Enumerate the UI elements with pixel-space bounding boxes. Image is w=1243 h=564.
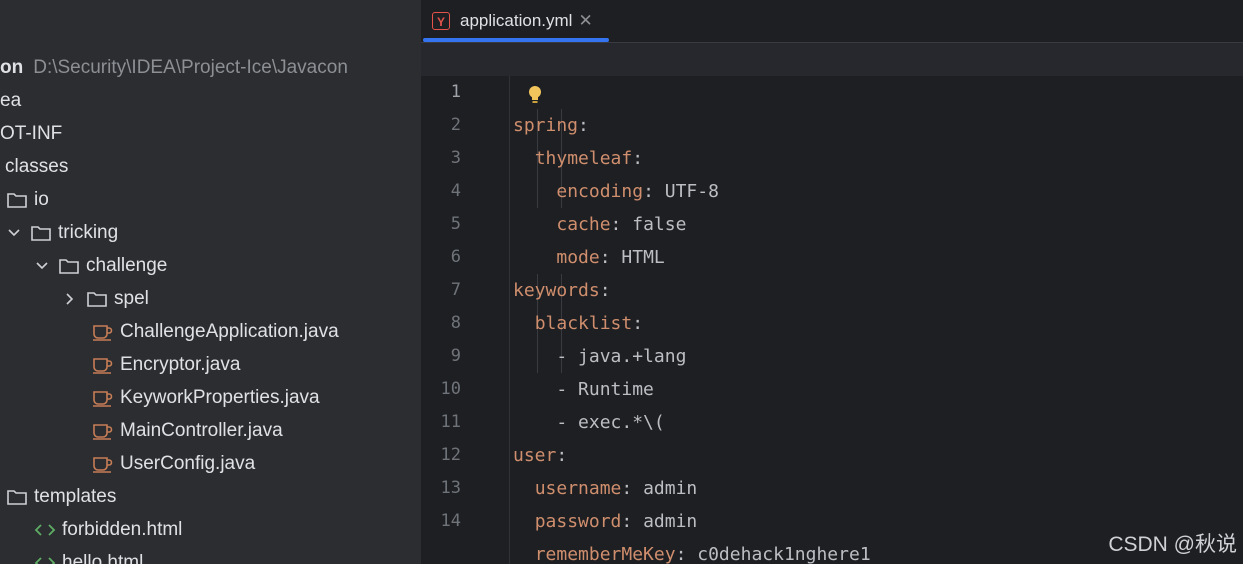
- tree-item-spel[interactable]: spel: [64, 282, 149, 315]
- tab-label: application.yml: [460, 11, 573, 30]
- code-text: password: admin: [513, 505, 698, 538]
- editor-area: Y application.yml ✕ 1 spring: 2 thymelea…: [421, 0, 1243, 564]
- folder-icon: [58, 256, 80, 276]
- folder-icon: [6, 190, 28, 210]
- tree-item-label: ChallengeApplication.java: [120, 321, 339, 342]
- folder-icon: [30, 223, 52, 243]
- tree-item-label: spel: [114, 288, 149, 309]
- yaml-value: c0dehack1nghere1: [686, 544, 871, 564]
- tree-item-templates[interactable]: templates: [6, 480, 116, 513]
- lightbulb-icon[interactable]: [527, 85, 543, 105]
- chevron-right-icon[interactable]: [64, 292, 76, 305]
- tree-item-encryptor-java[interactable]: Encryptor.java: [92, 348, 240, 381]
- folder-icon: [86, 289, 108, 309]
- tree-item-io[interactable]: io: [6, 183, 49, 216]
- tree-item-challengeapplication-java[interactable]: ChallengeApplication.java: [92, 315, 339, 348]
- yaml-value: admin: [632, 511, 698, 532]
- code-editor[interactable]: 1 spring: 2 thymeleaf: 3 encoding: UTF-8…: [421, 43, 1243, 564]
- close-icon[interactable]: ✕: [578, 11, 592, 31]
- tree-item-label: OT-INF: [0, 123, 63, 144]
- code-line[interactable]: 7 blacklist:: [421, 241, 1243, 334]
- folder-icon: [6, 487, 28, 507]
- code-line[interactable]: 11 user:: [421, 373, 1243, 466]
- code-line[interactable]: 3 encoding: UTF-8: [421, 109, 1243, 202]
- java-class-icon: [92, 421, 114, 441]
- yaml-key: rememberMeKey: [534, 544, 676, 564]
- chevron-down-icon[interactable]: [8, 227, 20, 239]
- chevron-down-icon[interactable]: [36, 260, 48, 272]
- tree-item-classes[interactable]: classes: [5, 150, 68, 183]
- code-line[interactable]: 2 thymeleaf:: [421, 76, 1243, 169]
- tree-item-maincontroller-java[interactable]: MainController.java: [92, 414, 283, 447]
- tree-item-label: classes: [5, 156, 69, 177]
- code-line[interactable]: 6 keywords:: [421, 208, 1243, 301]
- tree-item-label: MainController.java: [120, 420, 283, 441]
- tree-item-label: hello.html: [62, 552, 144, 564]
- code-line[interactable]: 8 - java.+lang: [421, 274, 1243, 367]
- code-line[interactable]: 13 password: admin: [421, 439, 1243, 532]
- yaml-key: password: [534, 511, 622, 532]
- editor-tab-bar: Y application.yml ✕: [421, 0, 1243, 43]
- tree-item-idea[interactable]: ea: [0, 84, 21, 117]
- yaml-colon: :: [675, 544, 687, 564]
- tree-item-label: io: [34, 189, 49, 210]
- tree-item-tricking[interactable]: tricking: [8, 216, 118, 249]
- tree-item-label: Encryptor.java: [120, 354, 241, 375]
- project-tool-window: on D:\Security\IDEA\Project-Ice\Javacon …: [0, 0, 421, 564]
- project-root-name: on: [0, 57, 24, 78]
- tree-item-label: challenge: [86, 255, 168, 276]
- tree-item-label: templates: [34, 486, 117, 507]
- code-line[interactable]: 10 - exec.*\(: [421, 340, 1243, 433]
- code-line[interactable]: 5 mode: HTML: [421, 175, 1243, 268]
- tree-item-label: UserConfig.java: [120, 453, 256, 474]
- yaml-file-icon: Y: [432, 12, 450, 30]
- line-number: 14: [440, 511, 461, 531]
- html-file-icon: [34, 553, 56, 564]
- html-file-icon: [34, 520, 56, 540]
- code-line[interactable]: 9 - Runtime: [421, 307, 1243, 400]
- project-root-row[interactable]: on D:\Security\IDEA\Project-Ice\Javacon: [0, 51, 348, 84]
- java-class-icon: [92, 454, 114, 474]
- code-line[interactable]: 4 cache: false: [421, 142, 1243, 235]
- yaml-colon: :: [621, 511, 633, 532]
- code-text: rememberMeKey: c0dehack1nghere1: [513, 538, 871, 564]
- tab-application-yml[interactable]: Y application.yml ✕: [423, 0, 609, 42]
- tree-item-label: ea: [0, 90, 22, 111]
- tree-item-label: tricking: [58, 222, 119, 243]
- tree-item-label: KeyworkProperties.java: [120, 387, 320, 408]
- java-class-icon: [92, 355, 114, 375]
- tree-item-label: forbidden.html: [62, 519, 183, 540]
- tree-item-forbidden-html[interactable]: forbidden.html: [34, 513, 182, 546]
- tree-item-boot-inf[interactable]: OT-INF: [0, 117, 62, 150]
- tree-item-challenge[interactable]: challenge: [36, 249, 167, 282]
- code-line[interactable]: 12 username: admin: [421, 406, 1243, 499]
- tree-item-userconfig-java[interactable]: UserConfig.java: [92, 447, 255, 480]
- tree-item-hello-html[interactable]: hello.html: [34, 546, 143, 564]
- code-line[interactable]: 14 rememberMeKey: c0dehack1nghere1: [421, 472, 1243, 564]
- java-class-icon: [92, 388, 114, 408]
- project-root-path: D:\Security\IDEA\Project-Ice\Javacon: [33, 57, 348, 78]
- code-line[interactable]: 1 spring:: [421, 43, 1243, 136]
- active-tab-indicator: [423, 38, 609, 42]
- watermark: CSDN @秋说: [1108, 533, 1237, 556]
- java-class-icon: [92, 322, 114, 342]
- tree-item-keyworkproperties-java[interactable]: KeyworkProperties.java: [92, 381, 320, 414]
